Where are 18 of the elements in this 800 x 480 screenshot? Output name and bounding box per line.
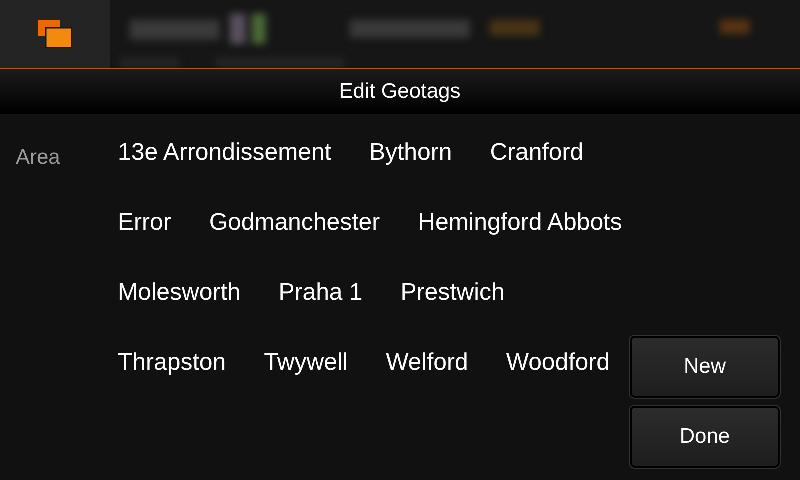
dialog-title: Edit Geotags	[0, 69, 800, 114]
geotag-item[interactable]: Hemingford Abbots	[418, 188, 622, 258]
geotag-item[interactable]: Molesworth	[118, 258, 241, 328]
geotag-item[interactable]: Praha 1	[278, 258, 363, 328]
task-switcher-icon[interactable]	[38, 20, 72, 48]
geotag-item[interactable]: Welford	[386, 328, 468, 398]
geotag-item[interactable]: Godmanchester	[209, 188, 380, 258]
geotag-item[interactable]: Error	[118, 188, 172, 258]
geotag-item[interactable]: Thrapston	[118, 328, 226, 398]
geotag-item[interactable]: Twywell	[264, 328, 348, 398]
geotag-item[interactable]: Prestwich	[400, 258, 505, 328]
done-button[interactable]: Done	[630, 406, 780, 468]
area-label: Area	[16, 145, 62, 171]
geotag-item[interactable]: Bythorn	[369, 118, 452, 188]
new-button[interactable]: New	[630, 336, 780, 398]
geotag-item[interactable]: 13e Arrondissement	[118, 118, 332, 188]
geotag-item[interactable]: Woodford	[506, 328, 610, 398]
geotag-item[interactable]: Cranford	[490, 118, 584, 188]
